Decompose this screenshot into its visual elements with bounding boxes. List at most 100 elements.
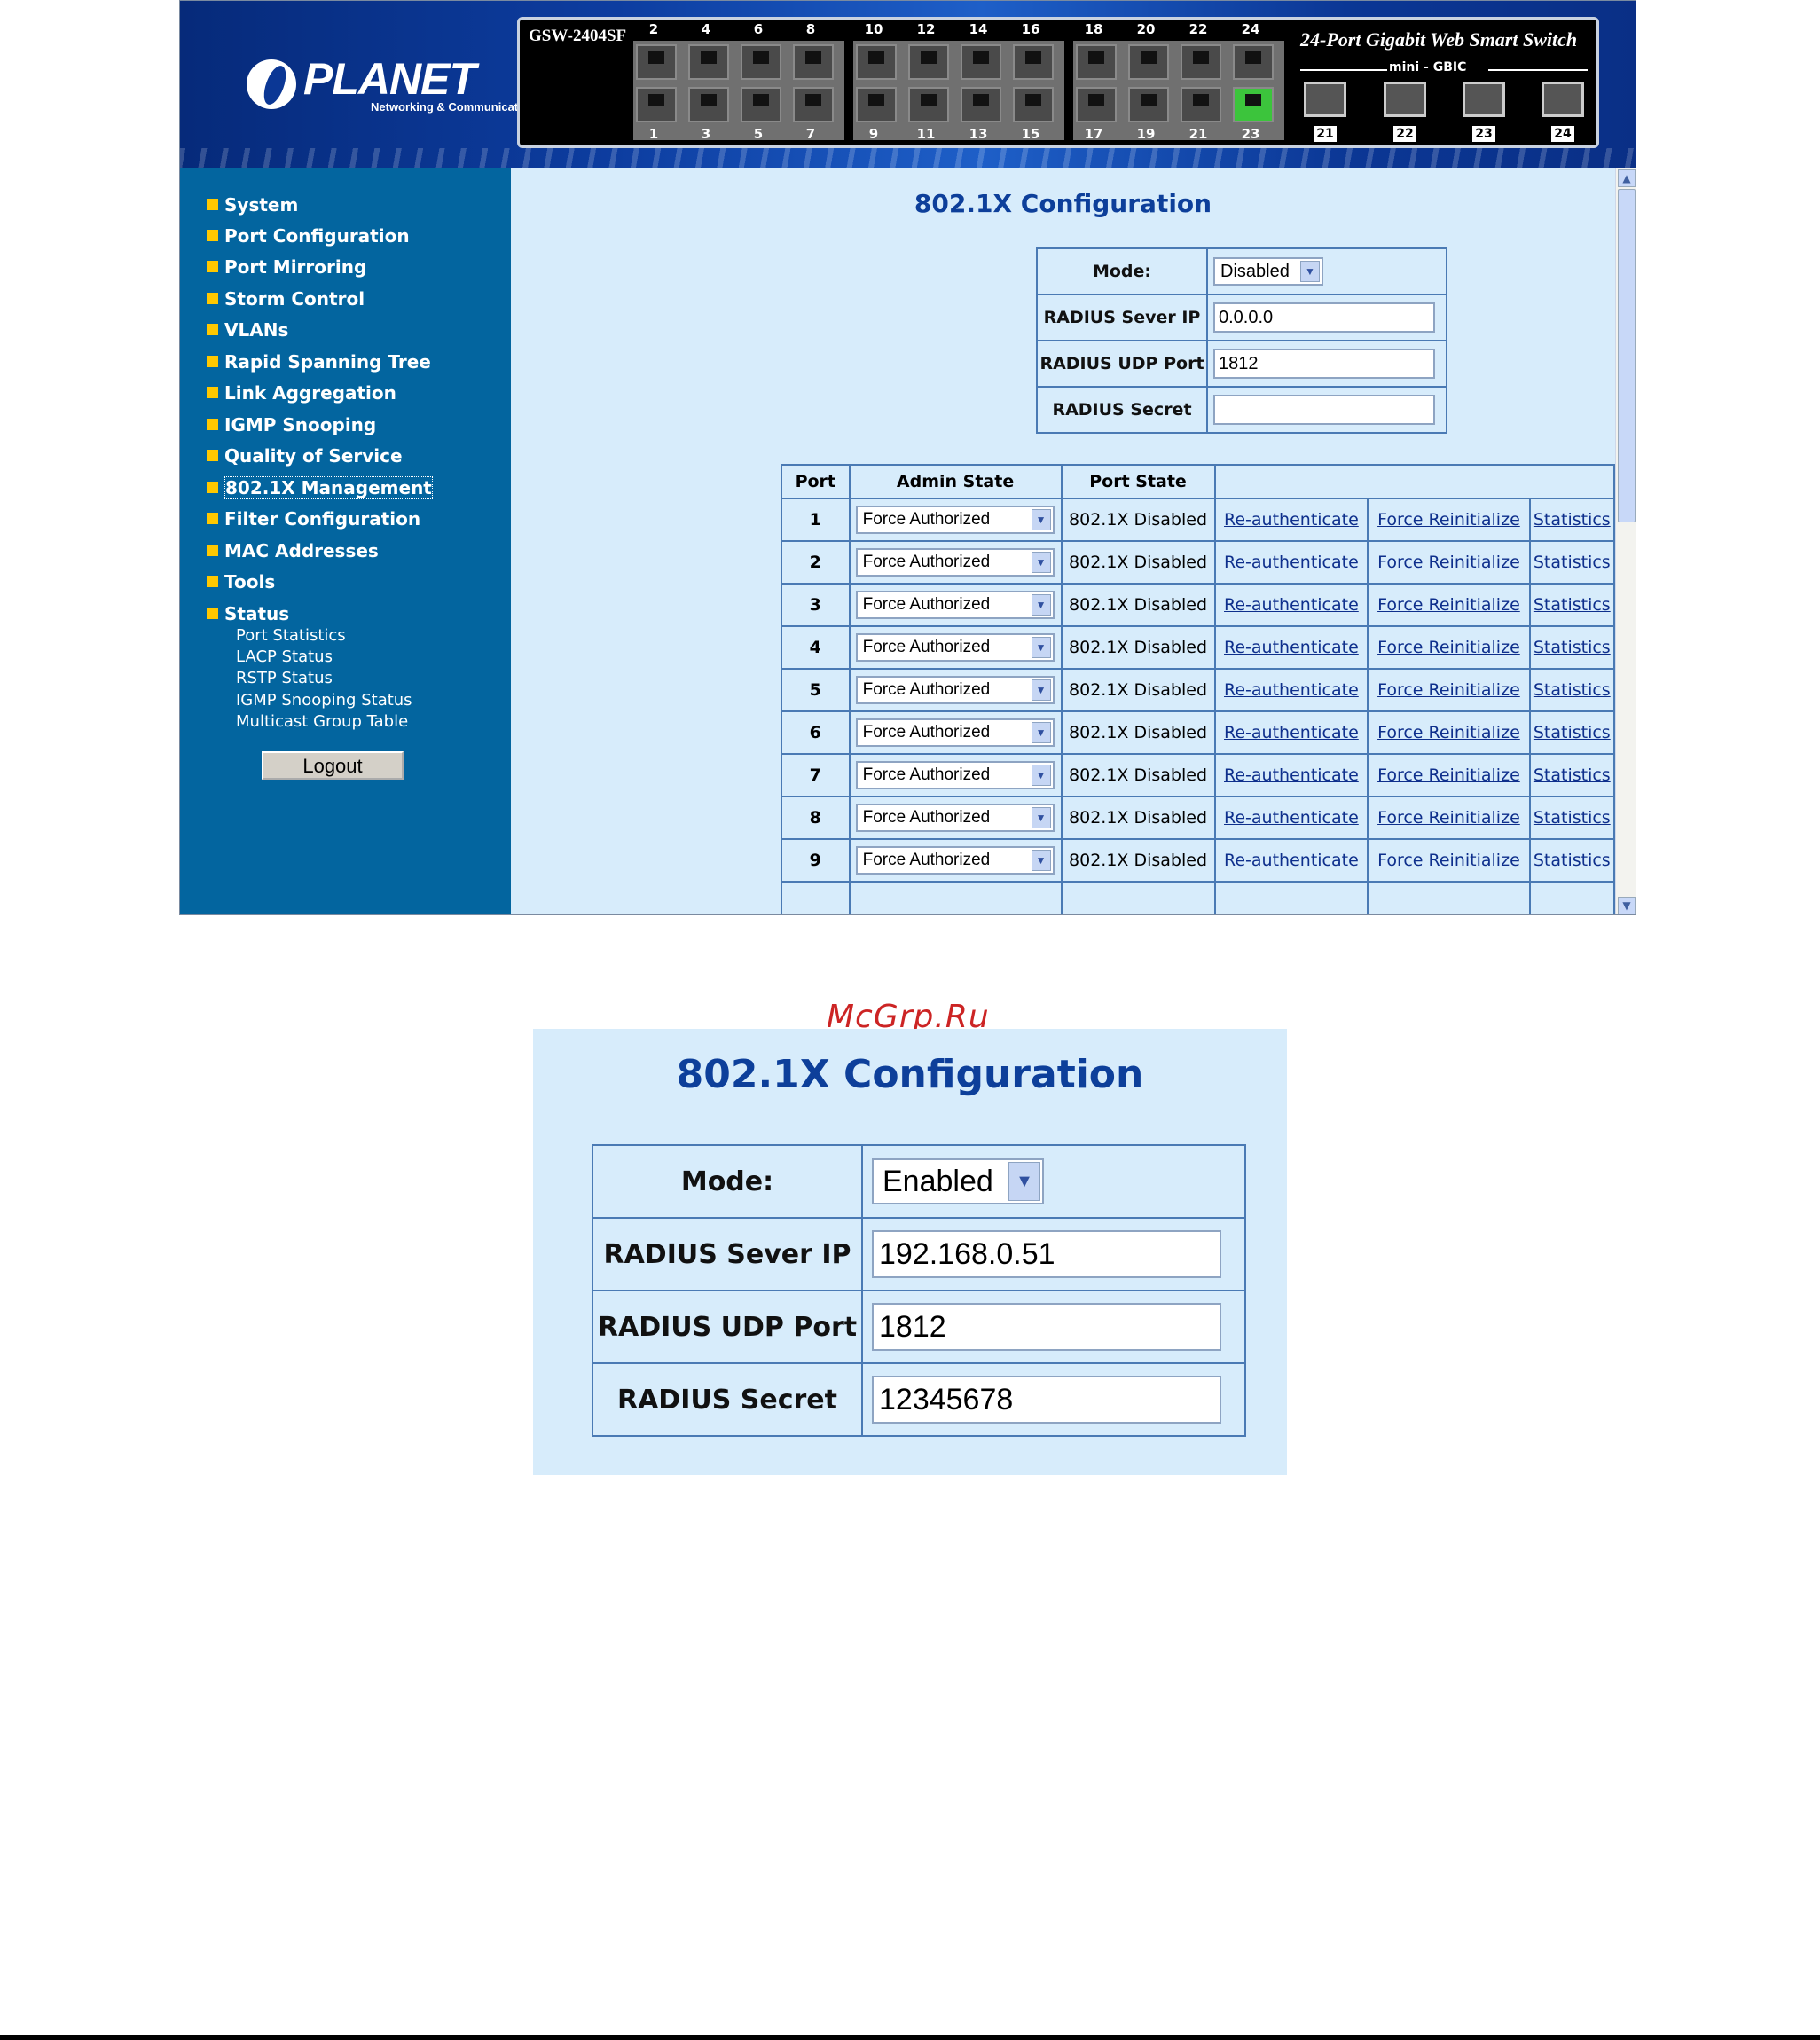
sidebar-item-port-configuration[interactable]: Port Configuration xyxy=(207,225,410,247)
force-reinitialize-link[interactable]: Force Reinitialize xyxy=(1377,851,1520,870)
chevron-down-icon[interactable]: ▼ xyxy=(1031,552,1051,573)
chevron-down-icon[interactable]: ▼ xyxy=(1031,509,1051,530)
admin-state-select[interactable]: Force Authorized ▼ xyxy=(855,846,1055,875)
bullet-icon xyxy=(207,324,218,335)
chevron-down-icon[interactable]: ▼ xyxy=(1031,765,1051,786)
admin-state-select[interactable]: Force Authorized ▼ xyxy=(855,548,1055,577)
detail-mode-label: Mode: xyxy=(592,1144,863,1219)
chevron-down-icon[interactable]: ▼ xyxy=(1008,1162,1040,1201)
reauthenticate-link[interactable]: Re-authenticate xyxy=(1224,808,1359,828)
statistics-link[interactable]: Statistics xyxy=(1534,680,1611,700)
admin-state-select[interactable]: Force Authorized ▼ xyxy=(855,506,1055,534)
column-header-actions xyxy=(1213,464,1615,499)
logout-button[interactable]: Logout xyxy=(262,751,404,780)
radius-server-ip-input[interactable]: 0.0.0.0 xyxy=(1213,302,1435,333)
sidebar-item-igmp-snooping[interactable]: IGMP Snooping xyxy=(207,414,376,435)
force-reinitialize-link[interactable]: Force Reinitialize xyxy=(1377,553,1520,572)
statistics-link[interactable]: Statistics xyxy=(1534,723,1611,742)
sidebar-subitem-multicast-group-table[interactable]: Multicast Group Table xyxy=(236,712,408,731)
statistics-link[interactable]: Statistics xyxy=(1534,638,1611,657)
reauthenticate-link[interactable]: Re-authenticate xyxy=(1224,553,1359,572)
sidebar-item-status[interactable]: Status xyxy=(207,603,289,624)
chevron-down-icon[interactable]: ▼ xyxy=(1031,722,1051,743)
reauthenticate-link[interactable]: Re-authenticate xyxy=(1224,595,1359,615)
radius-secret-input[interactable] xyxy=(1213,395,1435,425)
admin-state-select[interactable]: Force Authorized ▼ xyxy=(855,676,1055,704)
statistics-link[interactable]: Statistics xyxy=(1534,808,1611,828)
force-reinitialize-link[interactable]: Force Reinitialize xyxy=(1377,680,1520,700)
reauthenticate-link[interactable]: Re-authenticate xyxy=(1224,723,1359,742)
sidebar-item-port-mirroring[interactable]: Port Mirroring xyxy=(207,256,366,278)
sidebar-item-link-aggregation[interactable]: Link Aggregation xyxy=(207,382,396,404)
admin-state-select[interactable]: Force Authorized ▼ xyxy=(855,761,1055,789)
chevron-down-icon[interactable]: ▼ xyxy=(1031,637,1051,658)
rj45-port-icon xyxy=(741,87,781,122)
detail-mode-select[interactable]: Enabled ▼ xyxy=(872,1158,1044,1204)
detail-radius-server-ip-input[interactable]: 192.168.0.51 xyxy=(872,1230,1221,1278)
detail-radius-udp-port-input[interactable]: 1812 xyxy=(872,1303,1221,1351)
sidebar-item-mac-addresses[interactable]: MAC Addresses xyxy=(207,540,379,561)
statistics-link[interactable]: Statistics xyxy=(1534,765,1611,785)
mode-label: Mode: xyxy=(1036,247,1208,295)
scroll-up-icon[interactable]: ▲ xyxy=(1618,169,1636,187)
reauthenticate-link[interactable]: Re-authenticate xyxy=(1224,765,1359,785)
force-reinitialize-link[interactable]: Force Reinitialize xyxy=(1377,723,1520,742)
sidebar-item-quality-of-service[interactable]: Quality of Service xyxy=(207,445,403,467)
force-reinitialize-link[interactable]: Force Reinitialize xyxy=(1377,638,1520,657)
bullet-icon xyxy=(207,450,218,461)
port-state-cell: 802.1X Disabled xyxy=(1060,796,1216,840)
scroll-down-icon[interactable]: ▼ xyxy=(1618,897,1636,914)
vertical-scrollbar[interactable]: ▲ ▼ xyxy=(1615,168,1636,914)
chevron-down-icon[interactable]: ▼ xyxy=(1031,850,1051,871)
chevron-down-icon[interactable]: ▼ xyxy=(1031,679,1051,701)
force-reinitialize-link[interactable]: Force Reinitialize xyxy=(1377,595,1520,615)
port-state-cell: 802.1X Disabled xyxy=(1060,498,1216,542)
statistics-link[interactable]: Statistics xyxy=(1534,553,1611,572)
rj45-port-icon xyxy=(1013,87,1054,122)
statistics-link[interactable]: Statistics xyxy=(1534,510,1611,530)
force-reinitialize-link[interactable]: Force Reinitialize xyxy=(1377,510,1520,530)
mode-select[interactable]: Disabled ▼ xyxy=(1213,257,1323,286)
bullet-icon xyxy=(207,356,218,367)
sidebar-item-802-1x-management[interactable]: 802.1X Management xyxy=(207,476,433,499)
reauthenticate-link[interactable]: Re-authenticate xyxy=(1224,680,1359,700)
reauthenticate-link[interactable]: Re-authenticate xyxy=(1224,510,1359,530)
sidebar-subitem-lacp-status[interactable]: LACP Status xyxy=(236,647,333,666)
chevron-down-icon[interactable]: ▼ xyxy=(1031,807,1051,828)
chevron-down-icon[interactable]: ▼ xyxy=(1031,594,1051,616)
sidebar-subitem-rstp-status[interactable]: RSTP Status xyxy=(236,669,333,687)
admin-state-select[interactable]: Force Authorized ▼ xyxy=(855,804,1055,832)
statistics-link[interactable]: Statistics xyxy=(1534,595,1611,615)
scrollbar-thumb[interactable] xyxy=(1618,189,1636,522)
reauthenticate-link[interactable]: Re-authenticate xyxy=(1224,851,1359,870)
force-reinitialize-link[interactable]: Force Reinitialize xyxy=(1377,765,1520,785)
sidebar-item-system[interactable]: System xyxy=(207,194,298,216)
admin-state-value: Force Authorized xyxy=(862,808,991,827)
detail-radius-secret-input[interactable]: 12345678 xyxy=(872,1376,1221,1424)
admin-state-select[interactable]: Force Authorized ▼ xyxy=(855,718,1055,747)
table-row: 1 Force Authorized ▼ 802.1X Disabled Re-a… xyxy=(781,498,1616,542)
reauthenticate-link[interactable]: Re-authenticate xyxy=(1224,638,1359,657)
sidebar-item-storm-control[interactable]: Storm Control xyxy=(207,288,365,310)
sidebar-item-vlans[interactable]: VLANs xyxy=(207,319,288,341)
admin-state-select[interactable]: Force Authorized ▼ xyxy=(855,633,1055,662)
radius-udp-port-input[interactable]: 1812 xyxy=(1213,349,1435,379)
sidebar-item-label: MAC Addresses xyxy=(224,540,379,561)
sfp-port-number: 23 xyxy=(1472,126,1495,142)
sidebar-item-rapid-spanning-tree[interactable]: Rapid Spanning Tree xyxy=(207,351,431,373)
force-reinitialize-link[interactable]: Force Reinitialize xyxy=(1377,808,1520,828)
bullet-icon xyxy=(207,293,218,304)
divider-line xyxy=(1488,69,1588,71)
table-row: 8 Force Authorized ▼ 802.1X Disabled Re-a… xyxy=(781,796,1616,840)
sidebar-subitem-port-statistics[interactable]: Port Statistics xyxy=(236,626,346,645)
admin-state-select[interactable]: Force Authorized ▼ xyxy=(855,591,1055,619)
sidebar-subitem-igmp-snooping-status[interactable]: IGMP Snooping Status xyxy=(236,691,412,710)
sidebar-item-tools[interactable]: Tools xyxy=(207,571,275,592)
statistics-link[interactable]: Statistics xyxy=(1534,851,1611,870)
chevron-down-icon[interactable]: ▼ xyxy=(1300,261,1320,282)
table-row-partial xyxy=(781,881,1616,914)
port-number: 14 xyxy=(969,21,988,37)
sidebar-item-filter-configuration[interactable]: Filter Configuration xyxy=(207,508,420,530)
sidebar-item-label: Tools xyxy=(224,571,276,592)
port-state-cell: 802.1X Disabled xyxy=(1060,625,1216,670)
